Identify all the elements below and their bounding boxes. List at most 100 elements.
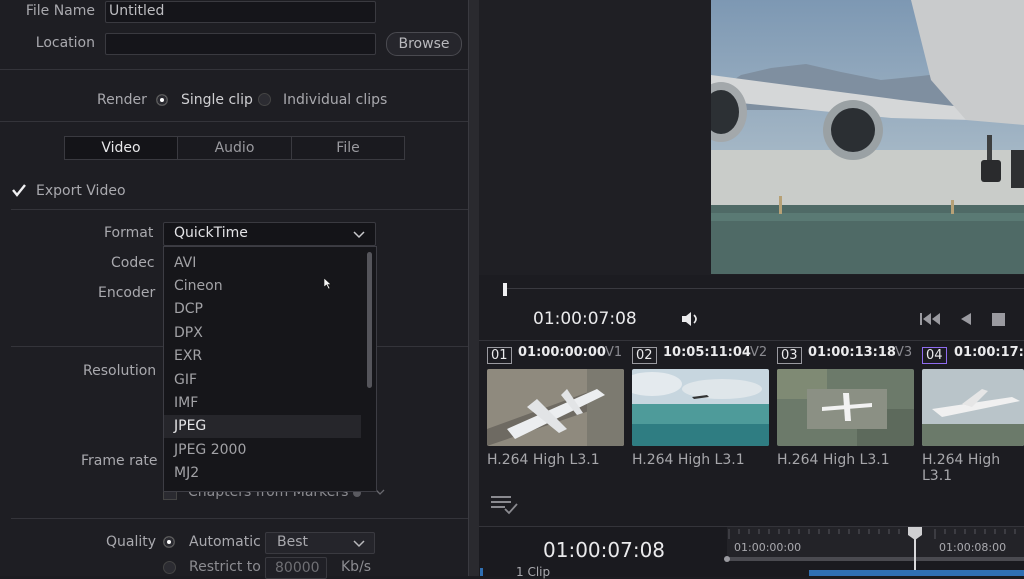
frame-rate-label: Frame rate — [81, 453, 158, 469]
clip-track: V2 — [750, 345, 768, 360]
divider — [479, 340, 1024, 341]
airplane-frame-image — [711, 0, 1024, 274]
format-option[interactable]: MJ2 — [164, 462, 361, 485]
format-dropdown-list[interactable]: AVI Cineon DCP DPX EXR GIF IMF JPEG JPEG… — [163, 246, 377, 492]
file-name-value: Untitled — [109, 3, 165, 19]
automatic-label[interactable]: Automatic — [189, 534, 261, 550]
automatic-radio[interactable] — [163, 536, 175, 548]
divider — [0, 121, 468, 122]
beach-thumbnail-image — [632, 369, 769, 446]
playhead[interactable] — [503, 283, 507, 296]
dropdown-scrollbar[interactable] — [367, 252, 372, 388]
format-option[interactable]: DPX — [164, 322, 361, 345]
resolution-label: Resolution — [83, 363, 157, 379]
clip-thumbnail[interactable] — [922, 369, 1024, 446]
single-clip-radio[interactable] — [156, 94, 168, 106]
tab-audio[interactable]: Audio — [177, 136, 292, 160]
format-option[interactable]: DCP — [164, 298, 361, 321]
airplane-thumbnail-image — [487, 369, 624, 446]
mouse-cursor-icon — [324, 278, 332, 290]
file-name-field[interactable]: Untitled — [105, 1, 376, 23]
track-clip-count: 1 Clip — [516, 565, 551, 579]
checkmark-icon — [12, 184, 26, 197]
clip-header-4: 04 — [922, 344, 947, 364]
clip-codec: H.264 High L3.1 — [487, 452, 600, 468]
chevron-down-icon — [353, 540, 365, 548]
quality-select[interactable]: Best — [265, 532, 375, 554]
location-field[interactable] — [105, 33, 376, 55]
format-option-highlighted[interactable]: JPEG — [164, 415, 361, 438]
codec-label: Codec — [111, 255, 155, 271]
individual-clips-label[interactable]: Individual clips — [283, 92, 387, 108]
bitrate-value: 80000 — [275, 560, 320, 576]
render-settings-panel: File Name Untitled Location Browse Rende… — [0, 0, 468, 579]
playhead-marker-icon[interactable] — [907, 527, 923, 541]
format-value: QuickTime — [174, 225, 248, 241]
bitrate-unit: Kb/s — [341, 559, 372, 575]
format-option[interactable]: GIF — [164, 369, 361, 392]
format-option[interactable]: AVI — [164, 252, 361, 275]
skip-to-start-icon[interactable] — [920, 312, 942, 326]
clip-timecode: 01:00:13:18 — [808, 345, 896, 360]
tab-file[interactable]: File — [291, 136, 405, 160]
ruler-next-label: 01:00:08:00 — [939, 541, 1007, 554]
clip-timecode: 01:00:17:17 — [954, 345, 1024, 360]
stop-icon[interactable] — [992, 313, 1005, 326]
clip-timecode: 10:05:11:04 — [663, 345, 751, 360]
render-queue-icon[interactable] — [491, 495, 519, 515]
ruler-start-label: 01:00:00:00 — [734, 541, 802, 554]
clip-thumbnail[interactable] — [632, 369, 769, 446]
clip-codec: H.264 High L3.1 — [922, 452, 1001, 484]
individual-clips-radio[interactable] — [258, 93, 271, 106]
format-option[interactable]: EXR — [164, 345, 361, 368]
clip-thumbnail[interactable] — [777, 369, 914, 446]
restrict-radio[interactable] — [163, 561, 176, 574]
browse-button[interactable]: Browse — [386, 32, 462, 56]
divider — [11, 518, 468, 519]
render-label: Render — [97, 92, 147, 108]
clip-header-2: 02 — [632, 344, 657, 364]
timeline-clip[interactable] — [809, 570, 1024, 576]
format-select[interactable]: QuickTime — [163, 222, 376, 246]
divider — [0, 69, 468, 70]
video-preview — [711, 0, 1024, 274]
clip-number: 02 — [632, 347, 657, 364]
restrict-label[interactable]: Restrict to — [189, 559, 261, 575]
format-option[interactable]: IMF — [164, 392, 361, 415]
clip-thumbnail[interactable] — [487, 369, 624, 446]
divider — [11, 209, 468, 210]
format-option[interactable]: JPEG 2000 — [164, 439, 361, 462]
quality-label: Quality — [106, 534, 157, 550]
clip-number: 03 — [777, 347, 802, 364]
track-indicator — [480, 568, 483, 576]
timeline-ruler[interactable]: 01:00:00:00 01:00:08:00 — [727, 527, 1024, 560]
clip-header-1: 01 — [487, 344, 512, 364]
play-reverse-icon[interactable] — [960, 312, 972, 326]
timeline-timecode: 01:00:07:08 — [543, 538, 666, 562]
chevron-down-icon — [353, 231, 365, 239]
location-label: Location — [35, 35, 95, 51]
clip-codec: H.264 High L3.1 — [777, 452, 890, 468]
viewer-timecode: 01:00:07:08 — [533, 309, 637, 329]
clip-number: 04 — [922, 347, 947, 364]
clip-header-3: 03 — [777, 344, 802, 364]
takeoff-thumbnail-image — [922, 369, 1024, 446]
aerial-thumbnail-image — [777, 369, 914, 446]
speaker-icon[interactable] — [681, 311, 701, 327]
clip-codec: H.264 High L3.1 — [632, 452, 745, 468]
panel-splitter[interactable] — [468, 0, 479, 576]
scrubber-track[interactable] — [507, 288, 1024, 289]
quality-value: Best — [277, 534, 309, 550]
encoder-label: Encoder — [98, 285, 156, 301]
single-clip-label[interactable]: Single clip — [181, 92, 253, 108]
clip-track: V1 — [605, 345, 623, 360]
file-name-label: File Name — [25, 3, 95, 19]
clip-track: V3 — [895, 345, 913, 360]
export-video-checkbox[interactable] — [11, 182, 27, 198]
clip-number: 01 — [487, 347, 512, 364]
zoom-handle[interactable] — [724, 556, 730, 562]
timeline-zoom-bar[interactable] — [727, 557, 1024, 561]
export-video-label[interactable]: Export Video — [36, 183, 126, 199]
format-label: Format — [104, 225, 154, 241]
tab-video[interactable]: Video — [64, 136, 178, 160]
